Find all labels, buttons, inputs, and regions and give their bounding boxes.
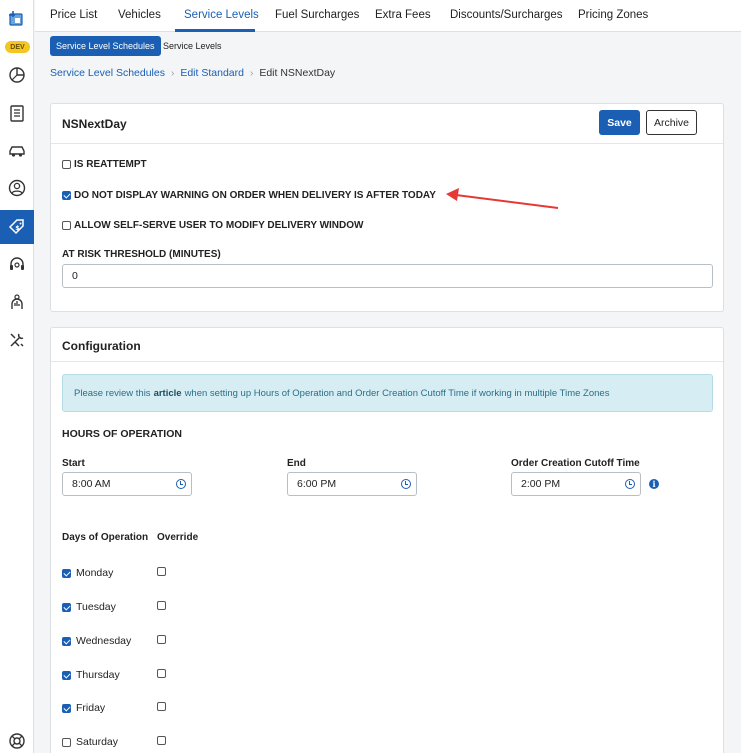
app-window: DEV $ Price List Vehicles Service Levels… [0, 0, 741, 753]
annotation-arrow-icon [446, 188, 559, 209]
